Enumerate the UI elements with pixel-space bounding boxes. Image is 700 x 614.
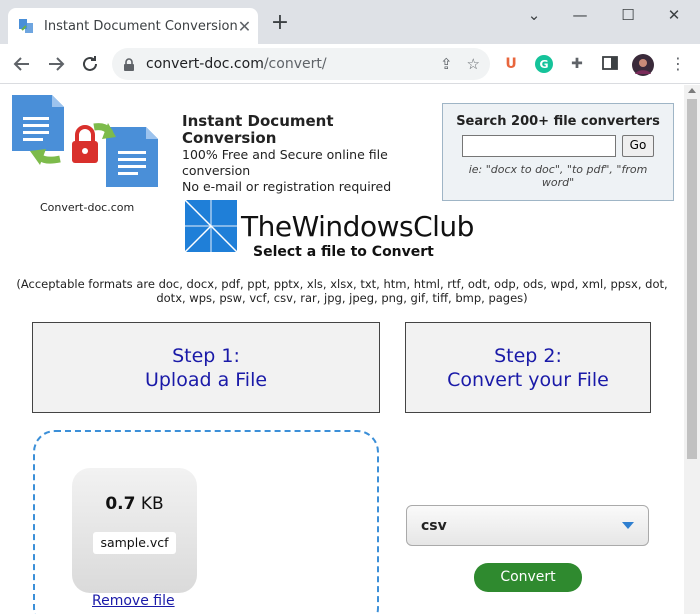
converter-search-box: Search 200+ file converters Go ie: "docx…: [442, 103, 674, 201]
profile-avatar[interactable]: [632, 54, 654, 76]
remove-file-link[interactable]: Remove file: [92, 593, 175, 609]
search-input[interactable]: [462, 135, 616, 157]
step1-label: Step 1:: [172, 344, 240, 367]
back-arrow-icon: [13, 57, 29, 71]
scrollbar-thumb[interactable]: [687, 99, 697, 459]
file-size: 0.7 KB: [72, 494, 197, 514]
svg-text:G: G: [539, 58, 548, 71]
tab-title: Instant Document Conversion: [44, 18, 238, 34]
select-file-title: Select a file to Convert: [253, 244, 434, 260]
step1-upload-panel: Step 1: Upload a File: [32, 322, 380, 413]
site-logo[interactable]: [10, 93, 160, 213]
new-tab-button[interactable]: +: [268, 12, 292, 34]
dropdown-caret-icon: [622, 522, 634, 529]
scroll-up-arrow-icon[interactable]: [688, 88, 696, 93]
logo-caption: Convert-doc.com: [40, 201, 135, 214]
back-button[interactable]: [10, 52, 34, 76]
document-convert-icon: [12, 95, 158, 187]
maximize-button[interactable]: ☐: [613, 6, 643, 24]
ublock-extension-icon[interactable]: U: [501, 54, 521, 74]
forward-button[interactable]: [44, 52, 68, 76]
browser-toolbar: convert-doc.com/convert/ ⇪ ☆ U G ✚ ⋮: [0, 44, 700, 84]
step2-convert-panel: Step 2: Convert your File: [405, 322, 651, 413]
reload-icon: [83, 56, 97, 71]
page-content: Convert-doc.com Instant Document Convers…: [0, 85, 684, 614]
search-heading: Search 200+ file converters: [456, 114, 660, 129]
file-size-unit: KB: [140, 494, 164, 514]
lock-icon: [122, 57, 136, 71]
target-format-value: csv: [421, 517, 447, 534]
windows-logo-icon: [184, 199, 238, 253]
tagline-free: 100% Free and Secure online file convers…: [182, 147, 388, 178]
tab-close-icon[interactable]: ✕: [238, 17, 251, 36]
forward-arrow-icon: [49, 57, 65, 71]
file-size-value: 0.7: [105, 494, 136, 514]
browser-menu-icon[interactable]: ⋮: [668, 54, 688, 74]
tab-bar: Instant Document Conversion ✕ + ⌄ — ☐ ✕: [0, 0, 700, 44]
step2-description: Convert your File: [447, 368, 609, 391]
share-icon[interactable]: ⇪: [440, 55, 453, 73]
tab-search-icon[interactable]: ⌄: [519, 6, 549, 24]
browser-tab[interactable]: Instant Document Conversion ✕: [8, 8, 258, 44]
side-panel-icon[interactable]: [600, 54, 620, 74]
bookmark-star-icon[interactable]: ☆: [467, 55, 480, 73]
grammarly-extension-icon[interactable]: G: [534, 54, 554, 74]
tagline-no-registration: No e-mail or registration required: [182, 179, 392, 194]
file-name: sample.vcf: [93, 532, 176, 554]
search-row: Go: [443, 135, 673, 157]
minimize-button[interactable]: —: [565, 6, 595, 24]
uploaded-file-card: 0.7 KB sample.vcf: [72, 468, 197, 593]
extensions-puzzle-icon[interactable]: ✚: [567, 54, 587, 74]
page-scrollbar[interactable]: [684, 85, 700, 614]
target-format-select[interactable]: csv: [406, 505, 649, 546]
step1-description: Upload a File: [144, 368, 268, 391]
close-window-button[interactable]: ✕: [659, 6, 689, 24]
url-path: /convert/: [263, 56, 327, 72]
step2-label: Step 2:: [494, 344, 562, 367]
search-hint: ie: "docx to doc", "to pdf", "from word": [468, 163, 648, 189]
address-bar[interactable]: convert-doc.com/convert/ ⇪ ☆: [112, 48, 490, 80]
site-title: Instant Document Conversion: [182, 112, 334, 147]
tagline: 100% Free and Secure online file convers…: [182, 147, 422, 195]
favicon-icon: [18, 18, 34, 34]
reload-button[interactable]: [78, 52, 102, 76]
acceptable-formats-note: (Acceptable formats are doc, docx, pdf, …: [16, 277, 668, 305]
url-host: convert-doc.com: [146, 56, 264, 72]
url-text: convert-doc.com/convert/: [146, 56, 426, 72]
search-go-button[interactable]: Go: [622, 135, 654, 157]
convert-button[interactable]: Convert: [474, 563, 582, 592]
watermark-text: TheWindowsClub: [241, 209, 474, 243]
